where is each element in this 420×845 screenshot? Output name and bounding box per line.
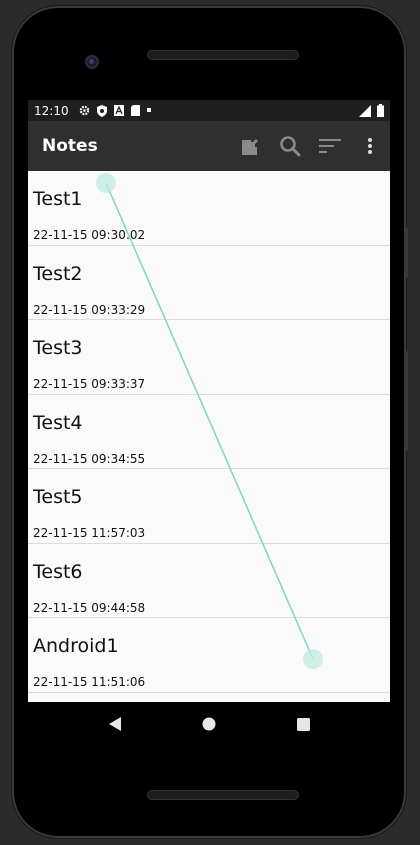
device-screen: 12:10 Notes Test1 22-11-15 09:30:02 Test… bbox=[28, 100, 390, 702]
sort-icon bbox=[319, 139, 341, 153]
shield-icon bbox=[96, 104, 107, 117]
back-icon bbox=[109, 717, 121, 731]
note-date: 22-11-15 09:44:58 bbox=[33, 600, 146, 615]
a-icon bbox=[113, 105, 124, 116]
note-date: 22-11-15 11:51:06 bbox=[33, 675, 146, 689]
bottom-speaker bbox=[147, 790, 299, 800]
note-date: 22-11-15 09:34:55 bbox=[33, 451, 146, 466]
note-item[interactable]: Test3 22-11-15 09:33:37 bbox=[28, 320, 390, 395]
search-button[interactable] bbox=[270, 126, 310, 166]
note-title: Test3 bbox=[33, 337, 83, 359]
back-button[interactable] bbox=[103, 712, 127, 736]
search-icon bbox=[280, 136, 301, 157]
recents-icon bbox=[296, 717, 310, 731]
recents-button[interactable] bbox=[291, 712, 315, 736]
note-date: 22-11-15 09:33:37 bbox=[33, 377, 146, 391]
sd-card-icon bbox=[130, 105, 140, 116]
edit-note-icon bbox=[242, 139, 258, 155]
signal-icon bbox=[359, 104, 371, 117]
home-button[interactable] bbox=[197, 712, 221, 736]
note-date: 22-11-15 09:33:29 bbox=[33, 302, 146, 317]
new-note-button[interactable] bbox=[230, 126, 270, 166]
note-date: 22-11-15 11:57:03 bbox=[33, 526, 146, 540]
front-camera bbox=[85, 55, 99, 69]
overflow-menu-button[interactable] bbox=[350, 126, 390, 166]
home-icon bbox=[202, 717, 216, 731]
note-item[interactable]: Test1 22-11-15 09:30:02 bbox=[28, 171, 390, 246]
note-title: Test1 bbox=[33, 188, 83, 210]
top-speaker bbox=[147, 50, 299, 60]
note-item[interactable]: Test4 22-11-15 09:34:55 bbox=[28, 395, 390, 469]
note-item[interactable]: Test5 22-11-15 11:57:03 bbox=[28, 469, 390, 544]
sort-button[interactable] bbox=[310, 126, 350, 166]
power-button bbox=[404, 351, 408, 451]
status-bar: 12:10 bbox=[28, 100, 390, 121]
note-title: Test2 bbox=[33, 262, 83, 285]
system-nav-bar bbox=[28, 702, 390, 746]
app-title: Notes bbox=[42, 136, 98, 156]
note-date: 22-11-15 09:30:02 bbox=[33, 228, 146, 242]
volume-button bbox=[404, 228, 408, 278]
app-bar: Notes bbox=[28, 121, 390, 171]
gear-icon bbox=[79, 105, 89, 116]
note-item[interactable]: Android1 22-11-15 11:51:06 bbox=[28, 618, 390, 693]
dot-icon bbox=[146, 108, 151, 112]
note-title: Test5 bbox=[33, 486, 83, 508]
status-time: 12:10 bbox=[34, 103, 69, 118]
note-item[interactable]: Test6 22-11-15 09:44:58 bbox=[28, 544, 390, 618]
note-item[interactable]: Test2 22-11-15 09:33:29 bbox=[28, 246, 390, 320]
more-vert-icon bbox=[368, 138, 372, 154]
note-title: Android1 bbox=[33, 635, 119, 657]
battery-icon bbox=[377, 104, 384, 117]
notes-list: Test1 22-11-15 09:30:02 Test2 22-11-15 0… bbox=[28, 171, 390, 693]
note-title: Test4 bbox=[33, 411, 83, 434]
note-title: Test6 bbox=[33, 560, 83, 583]
